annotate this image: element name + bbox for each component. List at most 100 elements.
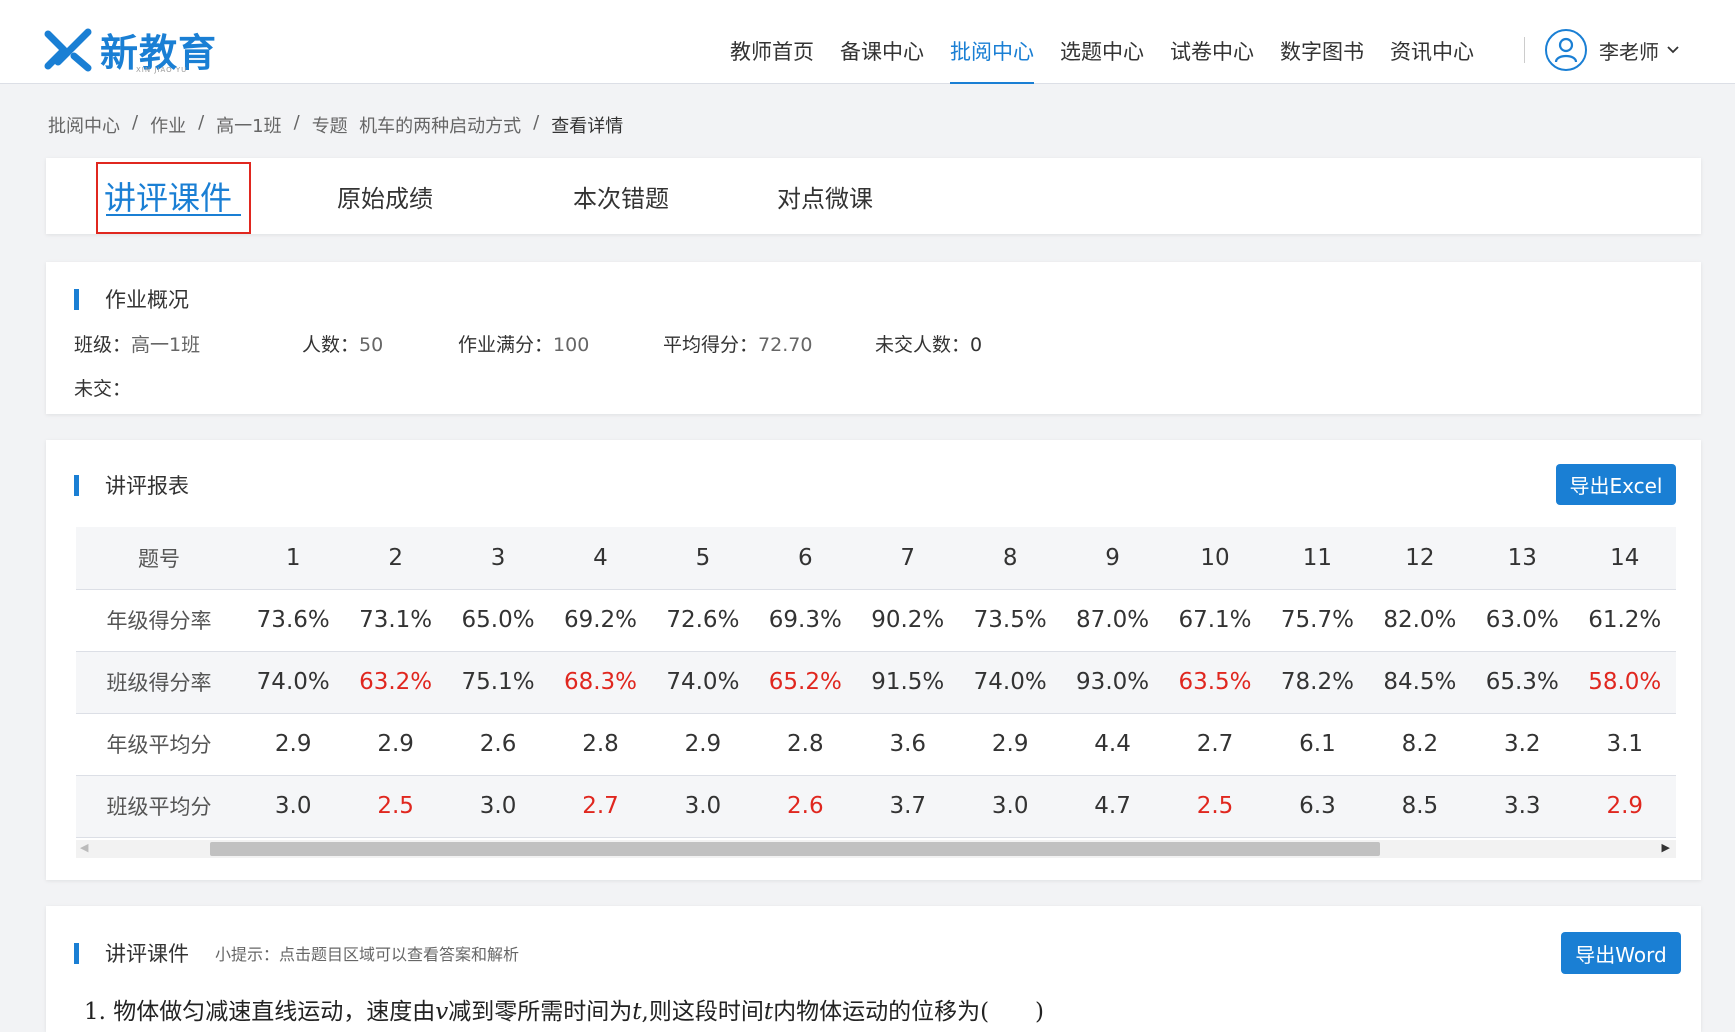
header-label-cell: 题号 [76,527,242,590]
breadcrumb-separator: / [293,112,300,133]
tab-original-scores[interactable]: 原始成绩 [337,158,433,234]
scroll-left-icon[interactable]: ◀ [80,841,88,854]
table-cell: 74.0% [958,651,1062,714]
table-cell: 90.2% [856,589,959,652]
breadcrumb-item[interactable]: 专题 机车的两种启动方式 [312,112,521,138]
table-cell: 63.2% [344,651,447,714]
count-value: 50 [359,334,384,356]
export-word-button[interactable]: 导出Word [1561,932,1681,974]
export-excel-button[interactable]: 导出Excel [1556,464,1676,505]
table-cell: 67.1% [1163,589,1267,652]
average-stat: 平均得分：72.70 [663,330,812,357]
table-cell: 75.7% [1266,589,1369,652]
question-number-cell: 8 [958,527,1062,590]
question-number-cell: 4 [549,527,652,590]
question-var-t: t [632,999,642,1025]
table-cell: 2.9 [344,713,447,776]
table-cell: 91.5% [856,651,959,714]
table-row: 班级平均分 3.0 2.5 3.0 2.7 3.0 2.6 3.7 3.0 4.7 2.5 6.3 8.… [76,775,1676,838]
table-cell: 3.0 [446,775,550,838]
tab-micro-lessons[interactable]: 对点微课 [777,158,873,234]
question-number-cell: 11 [1266,527,1369,590]
question-number-cell: 7 [856,527,959,590]
nav-question-select[interactable]: 选题中心 [1060,0,1144,84]
table-cell: 63.5% [1163,651,1267,714]
table-cell: 2.9 [242,713,345,776]
user-menu[interactable]: 李老师 [1545,28,1679,72]
nav-divider [1524,37,1525,63]
missing-list: 未交： [74,374,131,401]
question-number-cell: 9 [1061,527,1164,590]
nav-lesson-prep[interactable]: 备课中心 [840,0,924,84]
table-cell: 3.0 [651,775,755,838]
nav-teacher-home[interactable]: 教师首页 [730,0,814,84]
breadcrumb-item[interactable]: 作业 [150,112,186,138]
table-cell: 2.8 [754,713,857,776]
chevron-down-icon [1667,42,1679,58]
average-label: 平均得分： [663,334,759,356]
table-cell: 4.7 [1061,775,1164,838]
question-item[interactable]: 1. 物体做匀减速直线运动，速度由v减到零所需时间为t,则这段时间t内物体运动的… [84,992,1044,1026]
scrollbar-thumb[interactable] [210,842,1380,856]
table-cell: 2.9 [651,713,755,776]
question-text-mid2: ,则这段时间 [641,999,764,1025]
question-number-cell: 1 [242,527,345,590]
user-avatar-icon [1545,29,1587,71]
table-cell: 63.0% [1471,589,1574,652]
table-cell: 73.1% [344,589,447,652]
class-label: 班级： [74,334,132,356]
full-score-stat: 作业满分：100 [458,330,589,357]
row-label-cell: 班级平均分 [76,775,242,838]
class-value: 高一1班 [131,334,201,356]
scroll-right-icon[interactable]: ▶ [1662,841,1670,854]
table-cell: 3.2 [1471,713,1574,776]
table-cell: 2.6 [754,775,857,838]
active-tab-underline [106,214,241,216]
breadcrumb-item[interactable]: 高一1班 [216,112,281,138]
tab-bar: 讲评课件 原始成绩 本次错题 对点微课 [46,158,1701,234]
table-cell: 65.2% [754,651,857,714]
table-cell: 2.5 [344,775,447,838]
missing-label: 未交： [74,378,132,400]
nav-grading-center[interactable]: 批阅中心 [950,0,1034,84]
breadcrumb-separator: / [533,112,540,133]
class-stat: 班级：高一1班 [74,330,200,357]
table-cell: 69.3% [754,589,857,652]
table-cell: 58.0% [1573,651,1676,714]
logo[interactable]: 新教育 XIN JIAO YU [44,24,217,75]
table-cell: 4.4 [1061,713,1164,776]
average-value: 72.70 [758,334,813,356]
breadcrumb-item[interactable]: 批阅中心 [48,112,120,138]
courseware-title-text: 讲评课件 [105,942,189,966]
courseware-card: 讲评课件 小提示：点击题目区域可以查看答案和解析 导出Word 1. 物体做匀减… [46,906,1701,1032]
question-text-mid: 减到零所需时间为 [448,999,633,1025]
full-score-label: 作业满分： [458,334,554,356]
nav-digital-library[interactable]: 数字图书 [1280,0,1364,84]
table-cell: 65.0% [446,589,550,652]
missing-count-label: 未交人数： [875,334,971,356]
table-cell: 6.1 [1266,713,1369,776]
tab-review-courseware[interactable]: 讲评课件 [104,158,232,234]
courseware-hint: 小提示：点击题目区域可以查看答案和解析 [215,945,520,964]
table-cell: 74.0% [651,651,755,714]
courseware-title: 讲评课件 小提示：点击题目区域可以查看答案和解析 [74,938,519,968]
user-name: 李老师 [1599,39,1659,64]
question-number-cell: 2 [344,527,447,590]
table-cell: 87.0% [1061,589,1164,652]
table-cell: 73.5% [958,589,1062,652]
tab-wrong-questions[interactable]: 本次错题 [573,158,669,234]
table-scrollbar[interactable]: ◀ ▶ [76,840,1676,858]
top-header: 新教育 XIN JIAO YU 教师首页 备课中心 批阅中心 选题中心 试卷中心… [0,0,1735,84]
nav-exam-center[interactable]: 试卷中心 [1170,0,1254,84]
count-stat: 人数：50 [302,330,383,357]
table-cell: 68.3% [549,651,652,714]
table-row: 班级得分率 74.0% 63.2% 75.1% 68.3% 74.0% 65.2% 91.5%… [76,651,1676,714]
table-row: 年级得分率 73.6% 73.1% 65.0% 69.2% 72.6% 69.3% 90.2%… [76,589,1676,652]
nav-news-center[interactable]: 资讯中心 [1390,0,1474,84]
question-var-v: v [435,999,449,1025]
logo-subtext: XIN JIAO YU [136,66,188,74]
question-number-cell: 10 [1163,527,1267,590]
report-title-text: 讲评报表 [105,474,189,498]
report-title: 讲评报表 [74,470,189,500]
full-score-value: 100 [553,334,590,356]
